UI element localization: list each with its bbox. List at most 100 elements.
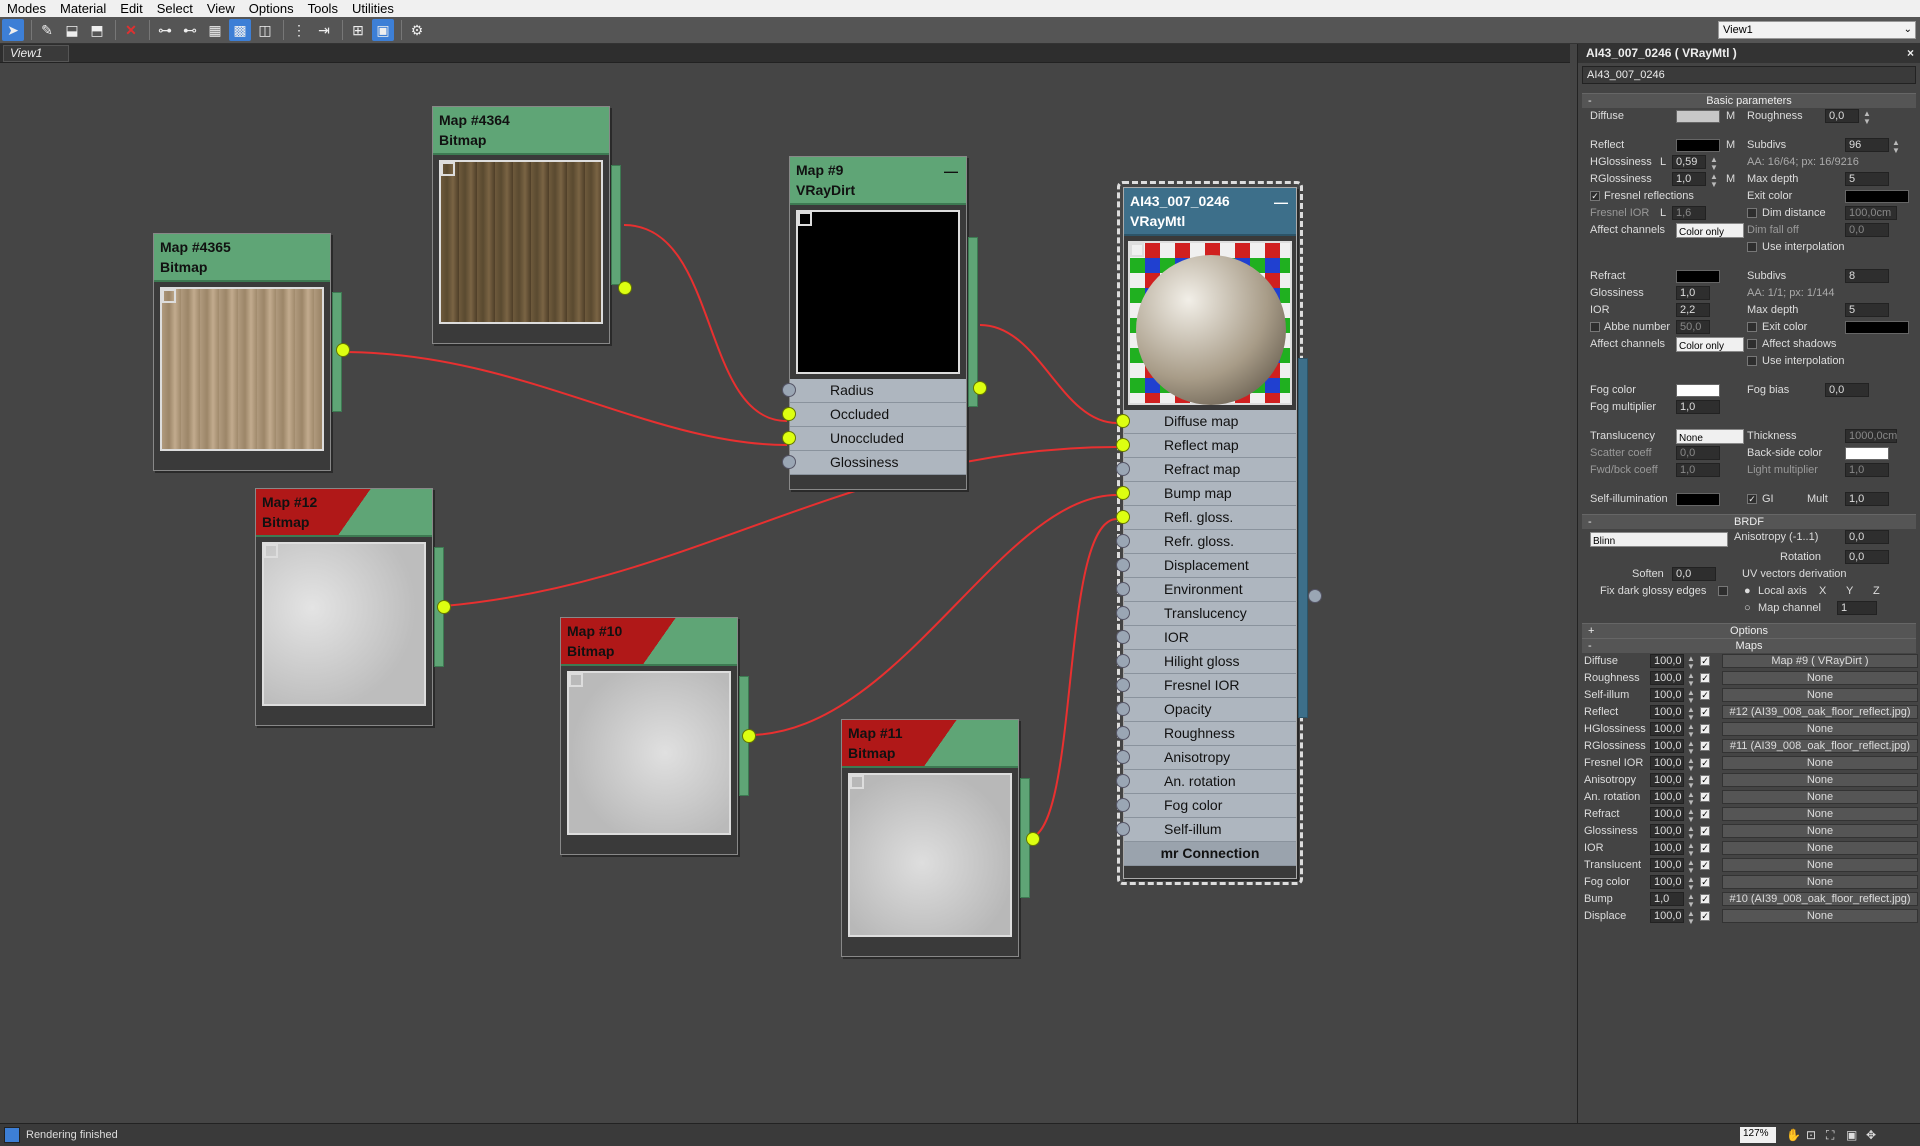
affect-shadows-checkbox[interactable] [1747,339,1757,349]
slot-refr-gloss-[interactable]: Refr. gloss. [1116,530,1296,554]
glossiness-field[interactable]: 1,0 [1676,286,1710,300]
pick-to-icon[interactable]: ⬒ [86,19,108,41]
node-map10[interactable]: Map #10 Bitmap [560,617,756,855]
slot-reflect-map[interactable]: Reflect map [1116,434,1296,458]
zoom-field[interactable]: 127% [1740,1127,1776,1143]
map-slot-button[interactable]: None [1722,790,1918,804]
map-enable-checkbox[interactable]: ✓ [1700,707,1710,717]
map-enable-checkbox[interactable]: ✓ [1700,758,1710,768]
map-slot-button[interactable]: None [1722,773,1918,787]
slot-mr-connection[interactable]: mr Connection [1124,842,1296,866]
hide-unused-slots-icon[interactable]: ▦ [204,19,226,41]
spinner[interactable]: ▲ ▼ [1687,723,1695,739]
subdivs-field[interactable]: 96 [1845,138,1889,152]
slot-opacity[interactable]: Opacity [1116,698,1296,722]
node-header[interactable]: Map #10 Bitmap [561,618,737,666]
diffuse-map-button[interactable]: M [1726,110,1735,122]
map-enable-checkbox[interactable]: ✓ [1700,843,1710,853]
node-map11[interactable]: Map #11 Bitmap [841,719,1040,957]
fog-color-swatch[interactable] [1676,384,1720,397]
translucency-dropdown[interactable]: None [1676,429,1744,444]
abbe-field[interactable]: 50,0 [1676,320,1710,334]
menu-material[interactable]: Material [53,1,113,16]
show-end-result-icon[interactable]: ▣ [372,19,394,41]
map-slot-button[interactable]: None [1722,875,1918,889]
anisotropy-field[interactable]: 0,0 [1845,530,1889,544]
map-enable-checkbox[interactable]: ✓ [1700,809,1710,819]
input-socket[interactable] [1116,558,1130,572]
map-slot-button[interactable]: None [1722,671,1918,685]
mult-field[interactable]: 1,0 [1845,492,1889,506]
rgloss-map-button[interactable]: M [1726,173,1735,185]
map-slot-button[interactable]: Map #9 ( VRayDirt ) [1722,654,1918,668]
map-amount-field[interactable]: 100,0 [1650,875,1684,889]
input-socket[interactable] [782,383,796,397]
fwd-bck-field[interactable]: 1,0 [1676,463,1720,477]
map-amount-field[interactable]: 100,0 [1650,824,1684,838]
input-socket[interactable] [1116,630,1130,644]
soften-field[interactable]: 0,0 [1672,567,1716,581]
spinner[interactable]: ▲ ▼ [1710,173,1718,189]
light-multiplier-field[interactable]: 1,0 [1845,463,1889,477]
zoom-region-icon[interactable]: ⊡ [1806,1128,1816,1142]
map-enable-checkbox[interactable]: ✓ [1700,724,1710,734]
refract-color-swatch[interactable] [1676,270,1720,283]
node-header[interactable]: Map #12 Bitmap [256,489,432,537]
axis-x-button[interactable]: X [1819,585,1826,597]
rollout-brdf[interactable]: - BRDF [1582,514,1916,529]
rollout-maps[interactable]: - Maps [1582,638,1916,653]
hide-unused-icon[interactable]: ⇥ [313,19,335,41]
spinner[interactable]: ▲ ▼ [1687,842,1695,858]
layout-left-icon[interactable]: ⊞ [347,19,369,41]
map-amount-field[interactable]: 100,0 [1650,739,1684,753]
spinner[interactable]: ▲ ▼ [1687,859,1695,875]
local-axis-radio[interactable]: ● [1744,585,1751,597]
input-socket[interactable] [1116,774,1130,788]
refract-subdivs-field[interactable]: 8 [1845,269,1889,283]
node-map4365[interactable]: Map #4365 Bitmap [153,233,350,471]
diffuse-color-swatch[interactable] [1676,110,1720,123]
map-enable-checkbox[interactable]: ✓ [1700,673,1710,683]
input-socket[interactable] [1116,486,1130,500]
fresnel-checkbox[interactable]: ✓ [1590,191,1600,201]
layout-children-icon[interactable]: ⊷ [179,19,201,41]
menu-tools[interactable]: Tools [301,1,345,16]
map-enable-checkbox[interactable]: ✓ [1700,860,1710,870]
node-header[interactable]: AI43_007_0246 VRayMtl — [1124,188,1296,236]
output-socket[interactable] [437,600,451,614]
output-socket[interactable] [973,381,987,395]
spinner[interactable]: ▲ ▼ [1687,825,1695,841]
input-socket[interactable] [1116,702,1130,716]
spinner[interactable]: ▲ ▼ [1892,139,1900,155]
select-by-material-icon[interactable]: ⚙ [406,19,428,41]
spinner[interactable]: ▲ ▼ [1863,110,1871,126]
spinner[interactable]: ▲ ▼ [1687,910,1695,926]
move-children-icon[interactable]: ⋮ [288,19,310,41]
map-slot-button[interactable]: None [1722,824,1918,838]
slot-hilight-gloss[interactable]: Hilight gloss [1116,650,1296,674]
spinner[interactable]: ▲ ▼ [1687,689,1695,705]
ior-field[interactable]: 2,2 [1676,303,1710,317]
map-slot-button[interactable]: #11 (AI39_008_oak_floor_reflect.jpg) [1722,739,1918,753]
brdf-type-dropdown[interactable]: Blinn [1590,532,1728,547]
node-header[interactable]: Map #4365 Bitmap [154,234,330,282]
eyedropper-icon[interactable]: ✎ [36,19,58,41]
input-socket[interactable] [1116,438,1130,452]
gi-checkbox[interactable]: ✓ [1747,494,1757,504]
input-socket[interactable] [1116,822,1130,836]
input-socket[interactable] [1116,654,1130,668]
close-icon[interactable]: × [1907,44,1914,62]
slot-diffuse-map[interactable]: Diffuse map [1116,410,1296,434]
input-socket[interactable] [1116,582,1130,596]
map-slot-button[interactable]: #10 (AI39_008_oak_floor_reflect.jpg) [1722,892,1918,906]
map-channel-field[interactable]: 1 [1837,601,1877,615]
hgloss-lock[interactable]: L [1660,156,1666,168]
input-socket[interactable] [1116,414,1130,428]
slot-refl-gloss-[interactable]: Refl. gloss. [1116,506,1296,530]
output-socket[interactable] [1026,832,1040,846]
fresnel-ior-lock[interactable]: L [1660,207,1666,219]
map-slot-button[interactable]: None [1722,909,1918,923]
slot-translucency[interactable]: Translucency [1116,602,1296,626]
menu-edit[interactable]: Edit [113,1,149,16]
slot-displacement[interactable]: Displacement [1116,554,1296,578]
